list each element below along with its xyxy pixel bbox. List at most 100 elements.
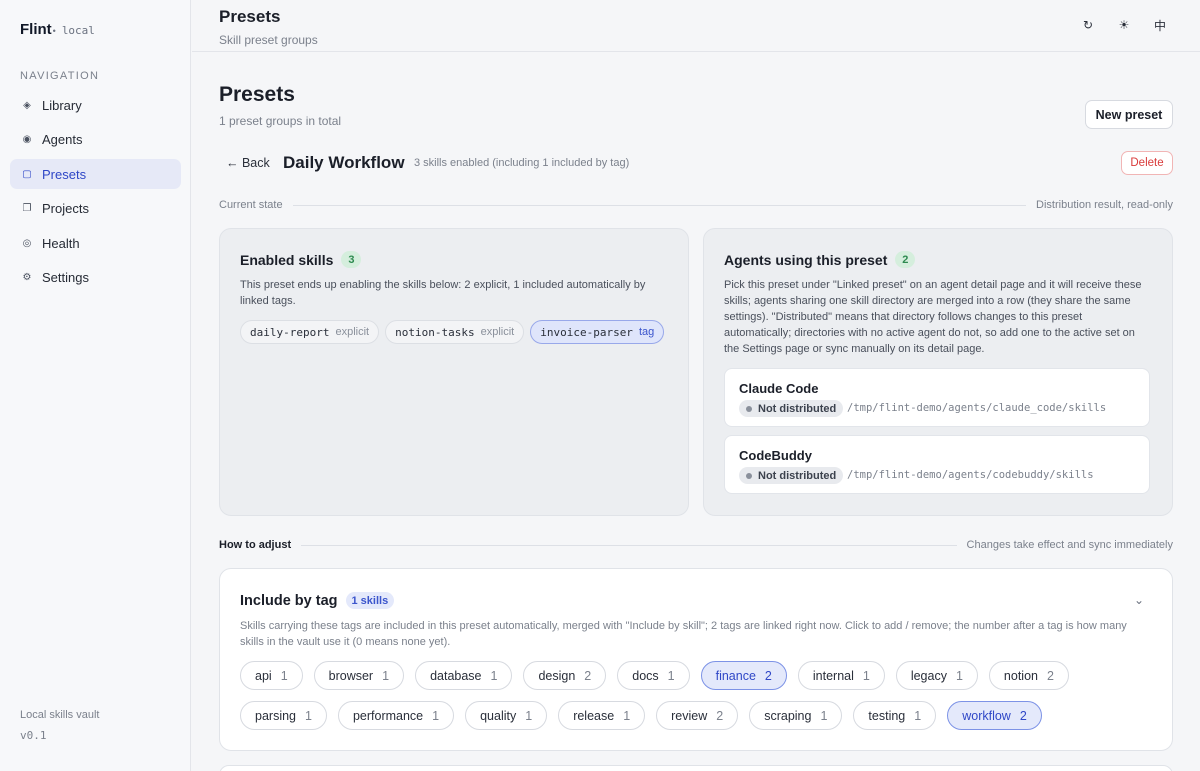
skill-name: daily-report <box>250 325 330 339</box>
sidebar-nav: ◈ Library ◉ Agents ▢ Presets ❐ Projects … <box>10 90 181 297</box>
version-label: v0.1 <box>20 729 47 742</box>
tag-count: 1 <box>305 708 312 723</box>
tag-name: performance <box>352 708 424 723</box>
agent-name: CodeBuddy <box>739 448 812 463</box>
page-subtitle: 1 preset groups in total <box>219 114 342 128</box>
sidebar-item-label: Presets <box>42 166 87 182</box>
tag-count: 2 <box>584 668 592 683</box>
tag-count: 2 <box>1019 708 1027 723</box>
status-text: Not distributed <box>758 402 837 415</box>
projects-icon: ❐ <box>22 203 32 214</box>
tag-count: 1 <box>525 708 533 723</box>
include-by-tag-header: Include by tag 1 skills <box>240 592 395 609</box>
tag-name: api <box>255 668 272 683</box>
status-text: Not distributed <box>758 469 837 482</box>
enabled-skills-card: Enabled skills 3 This preset ends up ena… <box>219 228 689 516</box>
agents-card: Agents using this preset 2 Pick this pre… <box>703 228 1173 516</box>
delete-preset-button[interactable]: Delete <box>1121 151 1173 175</box>
divider-note: Distribution result, read-only <box>1036 199 1173 211</box>
tag-toggle-browser[interactable]: browser 1 <box>313 661 405 690</box>
enabled-skills-title: Enabled skills <box>240 251 334 268</box>
sidebar-item-label: Projects <box>42 201 89 216</box>
tag-name: legacy <box>910 668 947 683</box>
tag-toggle-notion[interactable]: notion 2 <box>988 661 1069 690</box>
current-state-divider: Current state Distribution result, read-… <box>219 199 1173 211</box>
page-title: Presets <box>219 83 295 106</box>
brand-dot: • <box>52 26 56 36</box>
tag-name: finance <box>715 668 756 683</box>
tag-toggle-legacy[interactable]: legacy 1 <box>895 661 978 690</box>
tag-name: testing <box>868 708 906 723</box>
sidebar-item-health[interactable]: ◎ Health <box>10 228 181 258</box>
back-button[interactable]: ← Back <box>226 156 270 170</box>
topbar-actions: ↻ ☀ 中 <box>1080 17 1168 33</box>
tag-toggle-quality[interactable]: quality 1 <box>465 701 548 730</box>
tag-toggle-scraping[interactable]: scraping 1 <box>749 701 843 730</box>
agents-title: Agents using this preset <box>724 251 888 268</box>
tag-name: quality <box>480 708 517 723</box>
enabled-skill-chips: daily-report explicit notion-tasks expli… <box>240 320 665 344</box>
sidebar-item-projects[interactable]: ❐ Projects <box>10 194 181 224</box>
agent-row[interactable]: Claude Code Not distributed /tmp/flint-d… <box>724 368 1150 427</box>
status-dot-icon <box>746 405 752 412</box>
sidebar-item-agents[interactable]: ◉ Agents <box>10 125 181 155</box>
include-by-tag-card: Include by tag 1 skills ⌄ Skills carryin… <box>219 568 1173 751</box>
tag-toggle-docs[interactable]: docs 1 <box>617 661 690 690</box>
tag-count: 1 <box>862 668 870 683</box>
sidebar-item-presets[interactable]: ▢ Presets <box>10 159 181 189</box>
settings-icon: ⚙ <box>22 272 32 283</box>
tag-name: database <box>430 668 482 683</box>
enabled-count-badge: 3 <box>341 251 362 268</box>
enabled-skills-description: This preset ends up enabling the skills … <box>240 279 646 307</box>
agents-description: Pick this preset under "Linked preset" o… <box>724 279 1142 355</box>
tag-count: 2 <box>764 668 772 683</box>
sidebar-item-label: Settings <box>42 270 89 285</box>
skill-chip: notion-tasks explicit <box>385 320 525 344</box>
tag-toggle-finance[interactable]: finance 2 <box>700 661 787 690</box>
agent-row[interactable]: CodeBuddy Not distributed /tmp/flint-dem… <box>724 435 1150 494</box>
status-dot-icon <box>746 472 752 479</box>
tag-count: 1 <box>432 708 440 723</box>
tag-count: 2 <box>716 708 724 723</box>
skill-kind: tag <box>638 326 655 338</box>
tag-toggle-performance[interactable]: performance 1 <box>337 701 455 730</box>
tag-toggle-workflow[interactable]: workflow 2 <box>947 701 1042 730</box>
agent-path: /tmp/flint-demo/agents/codebuddy/skills <box>847 469 1094 481</box>
language-toggle-icon[interactable]: 中 <box>1152 17 1168 33</box>
nav-heading: NAVIGATION <box>20 70 100 82</box>
refresh-icon[interactable]: ↻ <box>1080 17 1096 33</box>
tag-count: 1 <box>667 668 675 683</box>
tag-toggle-design[interactable]: design 2 <box>523 661 607 690</box>
tag-toggle-internal[interactable]: internal 1 <box>797 661 885 690</box>
sidebar-item-label: Agents <box>42 132 83 147</box>
theme-toggle-icon[interactable]: ☀ <box>1116 17 1132 33</box>
divider-label: Current state <box>219 199 283 211</box>
tag-name: design <box>538 668 576 683</box>
tag-toggle-parsing[interactable]: parsing 1 <box>240 701 327 730</box>
sidebar: Flint • local NAVIGATION ◈ Library ◉ Age… <box>0 0 191 771</box>
topbar-subtitle: Skill preset groups <box>219 33 318 47</box>
library-icon: ◈ <box>23 99 31 111</box>
how-to-adjust-divider: How to adjust Changes take effect and sy… <box>219 539 1173 551</box>
agents-icon: ◉ <box>22 134 32 145</box>
new-preset-button[interactable]: New preset <box>1085 100 1173 129</box>
sidebar-item-settings[interactable]: ⚙ Settings <box>10 263 181 293</box>
tag-toggle-testing[interactable]: testing 1 <box>853 701 937 730</box>
tag-toggle-api[interactable]: api 1 <box>240 661 303 690</box>
chevron-down-icon[interactable]: ⌄ <box>1134 593 1144 607</box>
tag-count: 1 <box>490 668 498 683</box>
tag-name: parsing <box>255 708 296 723</box>
divider-label: How to adjust <box>219 539 292 551</box>
agents-count-badge: 2 <box>895 251 916 268</box>
tag-toggle-database[interactable]: database 1 <box>415 661 513 690</box>
tag-name: workflow <box>962 708 1011 723</box>
status-badge: Not distributed <box>739 400 844 417</box>
sidebar-item-library[interactable]: ◈ Library <box>10 90 181 120</box>
skill-kind: explicit <box>335 326 370 338</box>
skill-name: invoice-parser <box>540 325 633 339</box>
tag-toggle-release[interactable]: release 1 <box>558 701 646 730</box>
tag-toggle-review[interactable]: review 2 <box>656 701 739 730</box>
tag-name: notion <box>1003 668 1038 683</box>
tag-list: api 1 browser 1 database 1 design 2 docs 1 finance… <box>240 661 1160 730</box>
tag-name: browser <box>328 668 374 683</box>
